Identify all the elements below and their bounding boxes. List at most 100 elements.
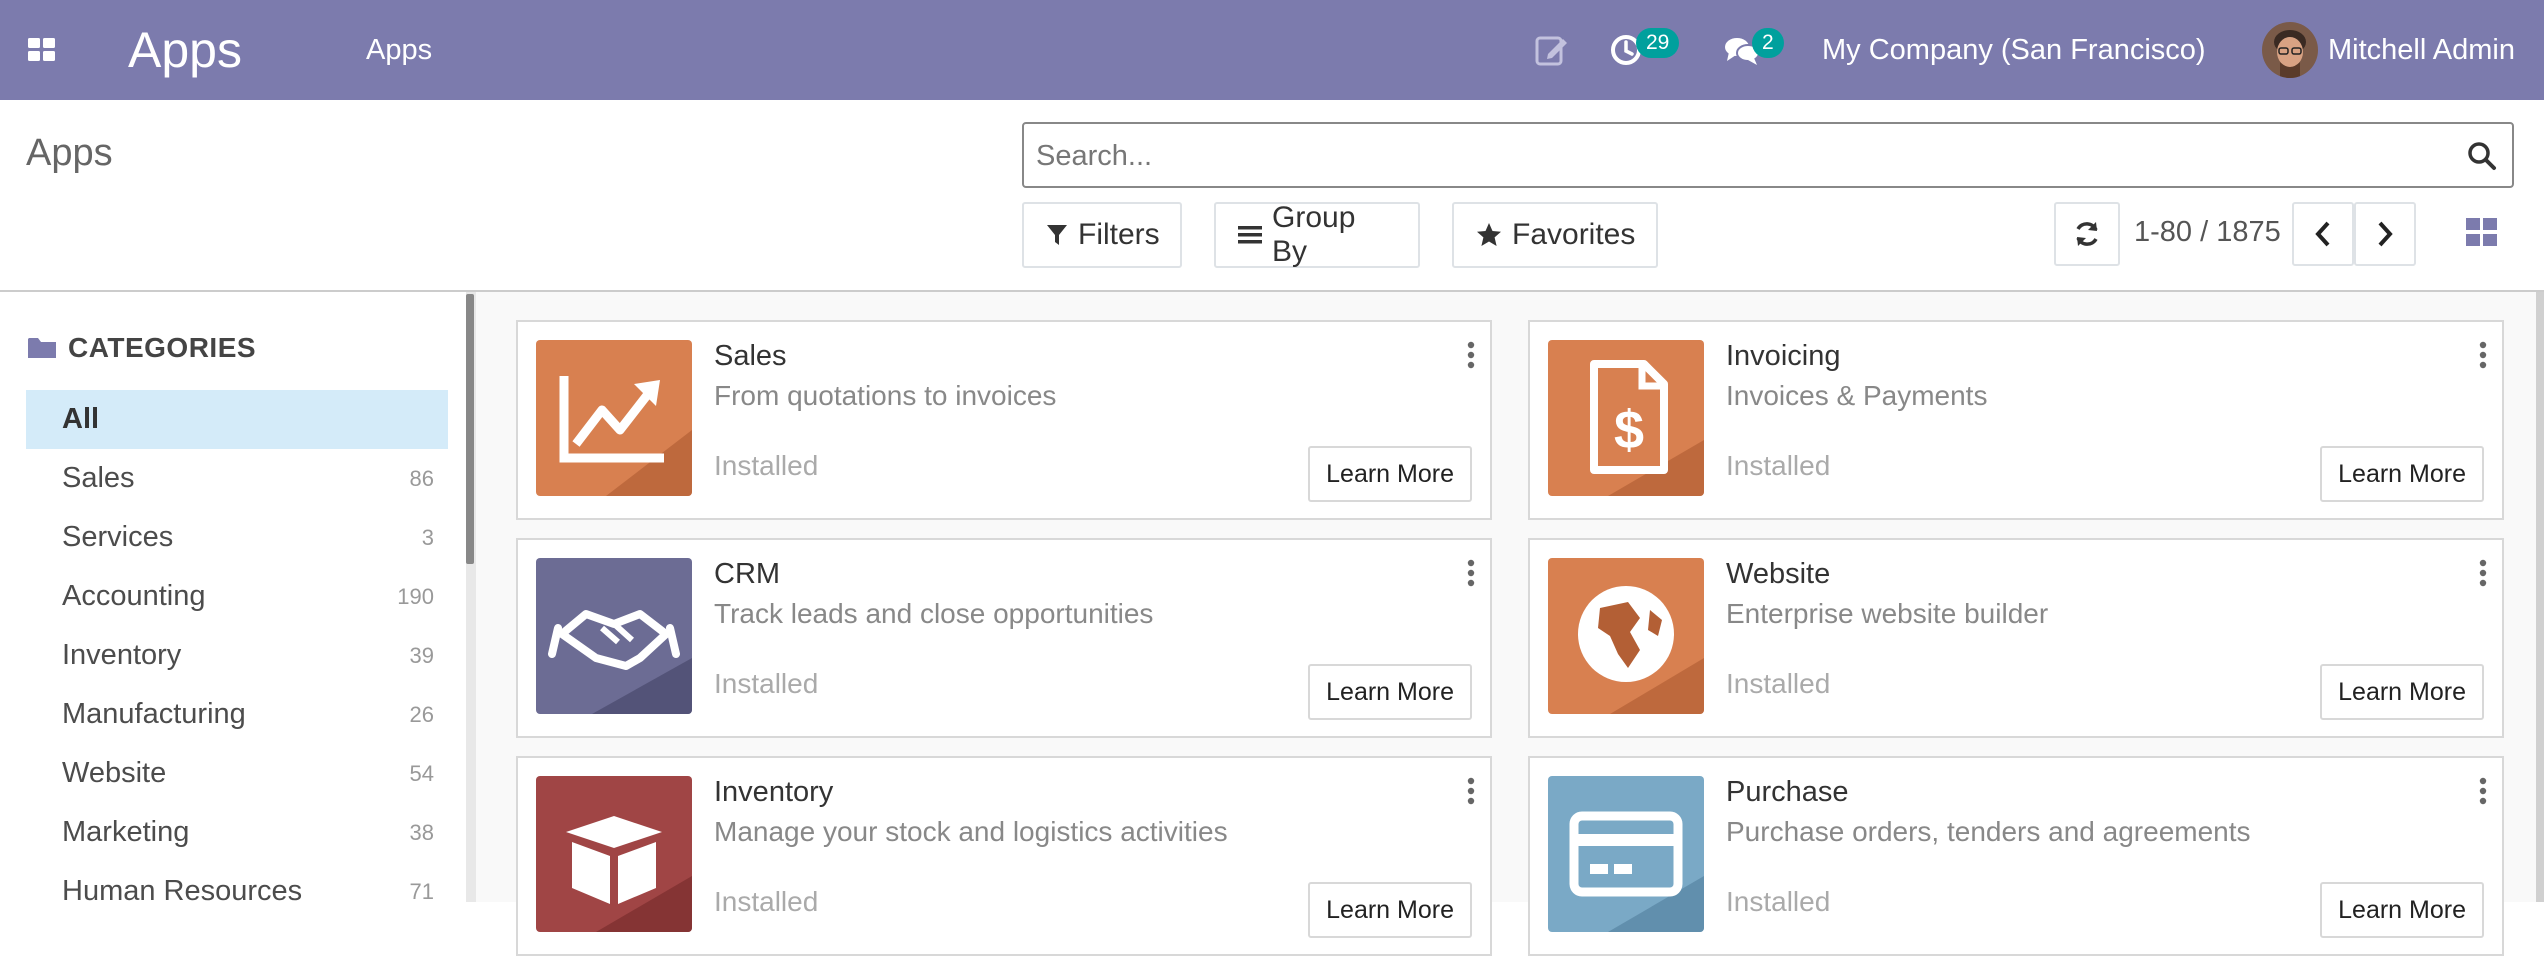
category-label: Marketing [62,816,190,848]
globe-icon [1548,558,1704,714]
category-item-website[interactable]: Website 54 [26,744,448,803]
groupby-label: Group By [1272,201,1356,268]
learn-more-button[interactable]: Learn More [2320,664,2484,720]
sales-app-icon [536,340,692,496]
category-sidebar: CATEGORIES All Sales 86 Services 3 Accou… [0,292,466,907]
kebab-menu-icon[interactable] [2478,776,2488,806]
category-item-human-resources[interactable]: Human Resources 71 [26,862,448,921]
app-grid-icon[interactable] [28,38,56,62]
list-bars-icon [1238,226,1262,244]
chevron-right-icon [2378,221,2393,247]
category-item-accounting[interactable]: Accounting 190 [26,567,448,626]
app-card-inventory[interactable]: Inventory Manage your stock and logistic… [516,756,1492,956]
kebab-menu-icon[interactable] [1466,776,1476,806]
kebab-menu-icon[interactable] [2478,558,2488,588]
invoice-dollar-icon: $ [1548,340,1704,496]
invoicing-app-icon: $ [1548,340,1704,496]
refresh-button[interactable] [2054,202,2120,266]
app-card-website[interactable]: Website Enterprise website builder Insta… [1528,538,2504,738]
app-description: Invoices & Payments [1726,380,1988,411]
category-count: 71 [409,878,434,904]
breadcrumb: Apps [26,132,113,174]
groupby-button[interactable]: Group By [1214,201,1420,268]
category-item-services[interactable]: Services 3 [26,508,448,567]
app-description: Track leads and close opportunities [714,598,1154,629]
learn-more-button[interactable]: Learn More [2320,882,2484,938]
filters-button[interactable]: Filters [1022,202,1182,268]
top-navbar: Apps Apps 29 2 My Company (San Francisco… [0,0,2544,100]
learn-more-button[interactable]: Learn More [1308,882,1472,938]
learn-more-button[interactable]: Learn More [2320,446,2484,502]
app-status: Installed [1726,668,1831,699]
app-status: Installed [714,886,819,917]
kanban-view-icon[interactable] [2466,218,2498,248]
app-name: Purchase [1726,776,1849,808]
box-icon [536,776,692,932]
app-name: Invoicing [1726,340,1841,372]
chevron-left-icon [2315,221,2330,247]
edit-note-icon[interactable] [1532,30,1572,70]
sidebar-scrollbar-thumb[interactable] [466,294,474,564]
refresh-icon [2076,222,2098,246]
menu-item-apps[interactable]: Apps [366,32,432,68]
categories-header: CATEGORIES [28,332,256,364]
app-status: Installed [1726,450,1831,481]
user-avatar[interactable] [2262,22,2318,78]
learn-more-button[interactable]: Learn More [1308,446,1472,502]
search-input[interactable] [1036,134,2436,178]
pager-value[interactable]: 1-80 / 1875 [2134,212,2281,252]
user-menu[interactable]: Mitchell Admin [2328,32,2515,68]
main-scrollbar[interactable] [2536,292,2544,902]
pager-next-button[interactable] [2354,202,2416,266]
chart-up-icon [536,340,692,496]
category-label: Services [62,521,174,553]
company-switcher[interactable]: My Company (San Francisco) [1822,32,2206,68]
learn-more-button[interactable]: Learn More [1308,664,1472,720]
purchase-app-icon [1548,776,1704,932]
kebab-menu-icon[interactable] [2478,340,2488,370]
category-item-sales[interactable]: Sales 86 [26,449,448,508]
category-label: Human Resources [62,875,303,907]
svg-text:$: $ [1614,400,1644,460]
category-count: 86 [409,465,434,491]
app-name: CRM [714,558,781,590]
category-label: Accounting [62,580,206,612]
app-card-invoicing[interactable]: $ Invoicing Invoices & Payments Installe… [1528,320,2504,520]
category-item-marketing[interactable]: Marketing 38 [26,803,448,862]
app-description: Purchase orders, tenders and agreements [1726,816,2251,847]
category-item-all[interactable]: All [26,390,448,449]
kebab-menu-icon[interactable] [1466,558,1476,588]
app-status: Installed [714,450,819,481]
favorites-label: Favorites [1512,218,1636,251]
folder-icon [28,338,56,358]
category-item-inventory[interactable]: Inventory 39 [26,626,448,685]
credit-card-icon [1548,776,1704,932]
category-label: Sales [62,462,135,494]
category-count: 26 [409,701,434,727]
favorites-button[interactable]: Favorites [1452,202,1658,268]
app-card-purchase[interactable]: Purchase Purchase orders, tenders and ag… [1528,756,2504,956]
app-card-crm[interactable]: CRM Track leads and close opportunities … [516,538,1492,738]
search-box[interactable] [1022,122,2514,188]
category-count: 39 [409,642,434,668]
filters-label: Filters [1078,218,1160,251]
category-label: All [62,403,100,435]
app-description: Manage your stock and logistics activiti… [714,816,1228,847]
kebab-menu-icon[interactable] [1466,340,1476,370]
handshake-icon [536,558,692,714]
search-icon[interactable] [2466,140,2498,172]
category-label: Website [62,757,167,789]
app-status: Installed [714,668,819,699]
app-name: Website [1726,558,1831,590]
inventory-app-icon [536,776,692,932]
apps-kanban: Sales From quotations to invoices Instal… [476,292,2536,956]
filter-icon [1047,225,1067,245]
app-description: From quotations to invoices [714,380,1057,411]
control-panel: Apps Filters Group By Favorites [0,100,2544,292]
category-count: 190 [397,583,434,609]
app-brand: Apps [128,22,242,78]
app-card-sales[interactable]: Sales From quotations to invoices Instal… [516,320,1492,520]
category-item-manufacturing[interactable]: Manufacturing 26 [26,685,448,744]
crm-app-icon [536,558,692,714]
pager-previous-button[interactable] [2292,202,2354,266]
